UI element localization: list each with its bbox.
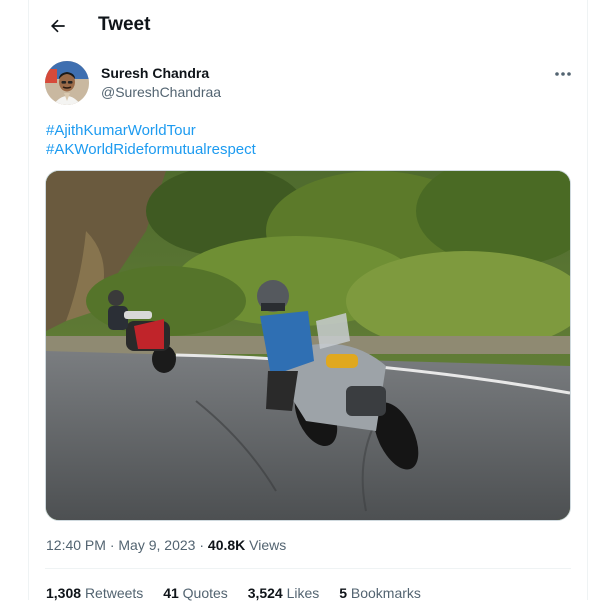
likes-count: 3,524 <box>247 585 283 601</box>
more-horizontal-icon <box>555 72 571 76</box>
likes-label: Likes <box>286 585 320 601</box>
page-title: Tweet <box>98 14 151 35</box>
avatar-image <box>45 61 89 105</box>
more-options-button[interactable] <box>549 62 577 86</box>
views-label: Views <box>249 537 287 553</box>
hashtag-link[interactable]: #AjithKumarWorldTour <box>46 122 196 139</box>
top-bar: Tweet <box>29 0 587 52</box>
retweets-count: 1,308 <box>46 585 82 601</box>
meta-separator: · <box>109 537 115 553</box>
retweets-label: Retweets <box>84 585 144 601</box>
tweet-meta: 12:40 PM · May 9, 2023 · 40.8K Views <box>46 537 286 553</box>
hashtag-link[interactable]: #AKWorldRideformutualrespect <box>46 141 256 158</box>
tweet-media-photo[interactable] <box>45 170 571 521</box>
avatar[interactable] <box>45 61 89 105</box>
views-count: 40.8K <box>207 537 246 553</box>
meta-separator: · <box>199 537 205 553</box>
author-name[interactable]: Suresh Chandra <box>101 65 209 81</box>
likes-stat[interactable]: 3,524 Likes <box>248 585 324 601</box>
tweet-time[interactable]: 12:40 PM <box>46 537 106 553</box>
arrow-left-icon <box>51 19 65 33</box>
quotes-label: Quotes <box>182 585 228 601</box>
author-handle[interactable]: @SureshChandraa <box>101 84 221 100</box>
bookmarks-stat[interactable]: 5 Bookmarks <box>339 585 421 601</box>
divider <box>45 568 571 569</box>
retweets-stat[interactable]: 1,308 Retweets <box>46 585 147 601</box>
motorcycle-ride-photo <box>46 171 570 520</box>
bookmarks-label: Bookmarks <box>350 585 421 601</box>
tweet-detail-column: Tweet Suresh Chandra @SureshChandraa #Aj… <box>28 0 588 601</box>
back-button[interactable] <box>41 9 75 43</box>
engagement-stats: 1,308 Retweets 41 Quotes 3,524 Likes 5 B… <box>46 585 437 601</box>
quotes-count: 41 <box>163 585 179 601</box>
bookmarks-count: 5 <box>339 585 347 601</box>
tweet-date[interactable]: May 9, 2023 <box>118 537 195 553</box>
quotes-stat[interactable]: 41 Quotes <box>163 585 232 601</box>
